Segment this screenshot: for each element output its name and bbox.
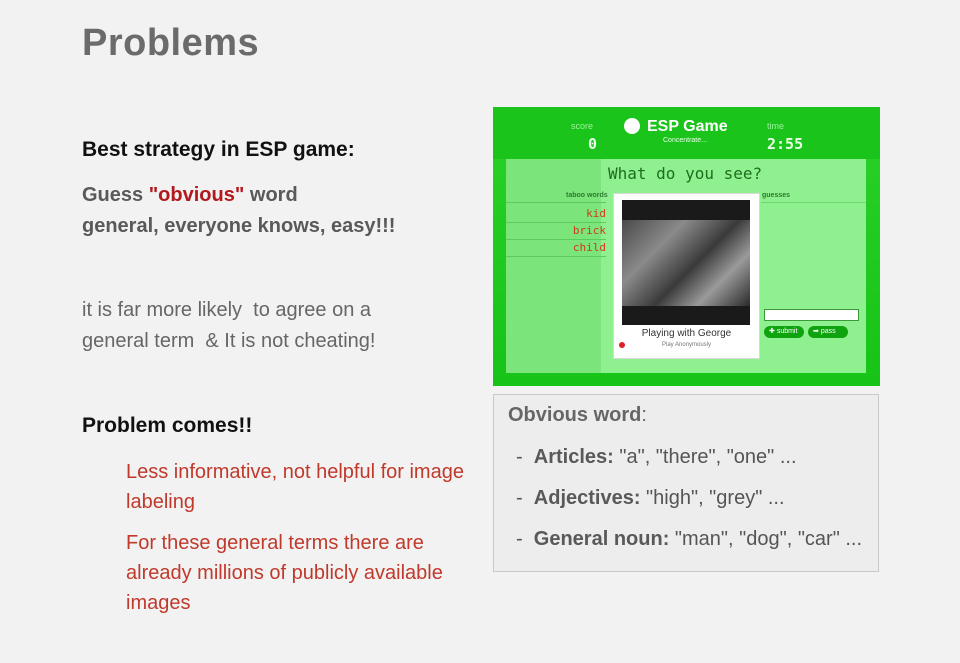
problem-heading: Problem comes!! <box>82 414 253 437</box>
item-label: General noun: <box>533 528 670 550</box>
obvious-item-adjectives: - Adjectives: "high", "grey" ... <box>516 487 785 509</box>
esp-logo-text: ESP Game <box>647 118 728 135</box>
obvious-word-colon: : <box>641 404 647 426</box>
likely-text: it is far more likely to agree on a gene… <box>82 295 376 357</box>
item-label: Articles: <box>533 446 614 468</box>
pass-label: pass <box>820 328 836 335</box>
submit-label: submit <box>776 328 798 335</box>
obvious-item-articles: - Articles: "a", "there", "one" ... <box>516 446 797 468</box>
item-examples: "man", "dog", "car" ... <box>669 528 863 550</box>
item-examples: "high", "grey" ... <box>640 487 785 509</box>
image-card: Playing with George Play Anonymously <box>613 193 760 359</box>
time-label: time <box>767 121 785 131</box>
taboo-label: taboo words <box>566 192 608 199</box>
taboo-divider <box>506 202 606 203</box>
esp-logo-icon <box>624 118 640 134</box>
best-strategy-heading: Best strategy in ESP game: <box>82 138 355 161</box>
item-examples: "a", "there", "one" ... <box>613 446 797 468</box>
guess-suffix: word <box>244 184 298 206</box>
score-value: 0 <box>588 135 598 153</box>
taboo-word: brick <box>572 224 606 237</box>
guess-prefix: Guess <box>82 184 149 206</box>
image-caption-sub[interactable]: Play Anonymously <box>614 342 759 348</box>
obvious-word-title: Obvious word: <box>508 404 647 427</box>
guess-line-1: Guess "obvious" word <box>82 180 395 211</box>
obvious-item-general-noun: - General noun: "man", "dog", "car" ... <box>516 528 863 550</box>
problem-point-1: Less informative, not helpful for image … <box>126 461 464 513</box>
guesses-label: guesses <box>762 192 791 199</box>
guess-input[interactable] <box>764 309 859 321</box>
submit-button[interactable]: ✚ submit <box>764 326 804 338</box>
taboo-word: kid <box>586 207 606 220</box>
likely-line-2: general term & It is not cheating! <box>82 330 376 352</box>
score-label: score <box>571 121 594 131</box>
pass-button[interactable]: ➡ pass <box>808 326 848 338</box>
taboo-word: child <box>572 241 606 254</box>
obvious-highlight: "obvious" <box>148 184 245 206</box>
taboo-divider <box>506 239 606 240</box>
item-label: Adjectives: <box>533 487 641 509</box>
time-value: 2:55 <box>767 135 804 153</box>
obvious-word-title-text: Obvious word <box>508 404 642 426</box>
problem-point-2: For these general terms there are alread… <box>126 532 443 614</box>
question-text: What do you see? <box>608 164 763 183</box>
slide-title: Problems <box>82 22 260 64</box>
likely-line-1: it is far more likely to agree on a <box>82 299 372 321</box>
esp-logo-subtitle: Concentrate... <box>663 137 707 144</box>
taboo-divider <box>506 222 606 223</box>
game-photo <box>622 220 750 306</box>
image-caption: Playing with George <box>641 328 732 339</box>
taboo-divider <box>506 256 606 257</box>
guess-text: Guess "obvious" word general, everyone k… <box>82 180 395 242</box>
esp-game-screenshot: score 0 ESP Game Concentrate... time 2:5… <box>493 107 880 386</box>
guess-line-2: general, everyone knows, easy!!! <box>82 215 396 237</box>
guesses-divider <box>761 202 866 203</box>
